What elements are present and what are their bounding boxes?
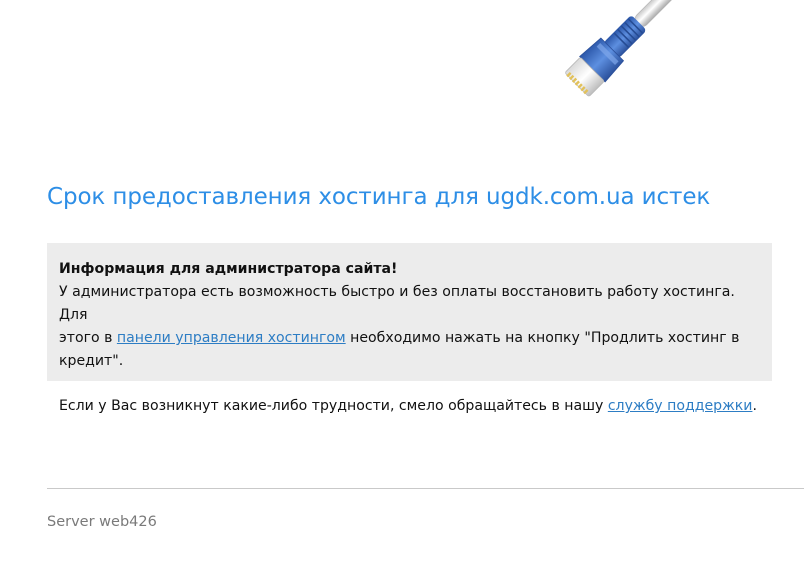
network-cable-icon: [565, 0, 678, 97]
control-panel-link[interactable]: панели управления хостингом: [117, 330, 346, 346]
info-text: У администратора есть возможность быстро…: [59, 281, 760, 373]
info-heading: Информация для администратора сайта!: [59, 261, 398, 277]
server-label: Server web426: [47, 514, 157, 530]
admin-info-box: Информация для администратора сайта! У а…: [47, 243, 772, 414]
support-line-before: Если у Вас возникнут какие-либо трудност…: [59, 398, 608, 414]
support-text: Если у Вас возникнут какие-либо трудност…: [59, 395, 760, 418]
footer-divider: [47, 488, 804, 489]
expired-hosting-page: Срок предоставления хостинга для ugdk.co…: [0, 0, 804, 575]
info-line-1: У администратора есть возможность быстро…: [59, 284, 735, 323]
page-title: Срок предоставления хостинга для ugdk.co…: [47, 184, 711, 210]
support-link[interactable]: службу поддержки: [608, 398, 753, 414]
support-line-after: .: [752, 398, 757, 414]
info-line-2-before: этого в: [59, 330, 117, 346]
